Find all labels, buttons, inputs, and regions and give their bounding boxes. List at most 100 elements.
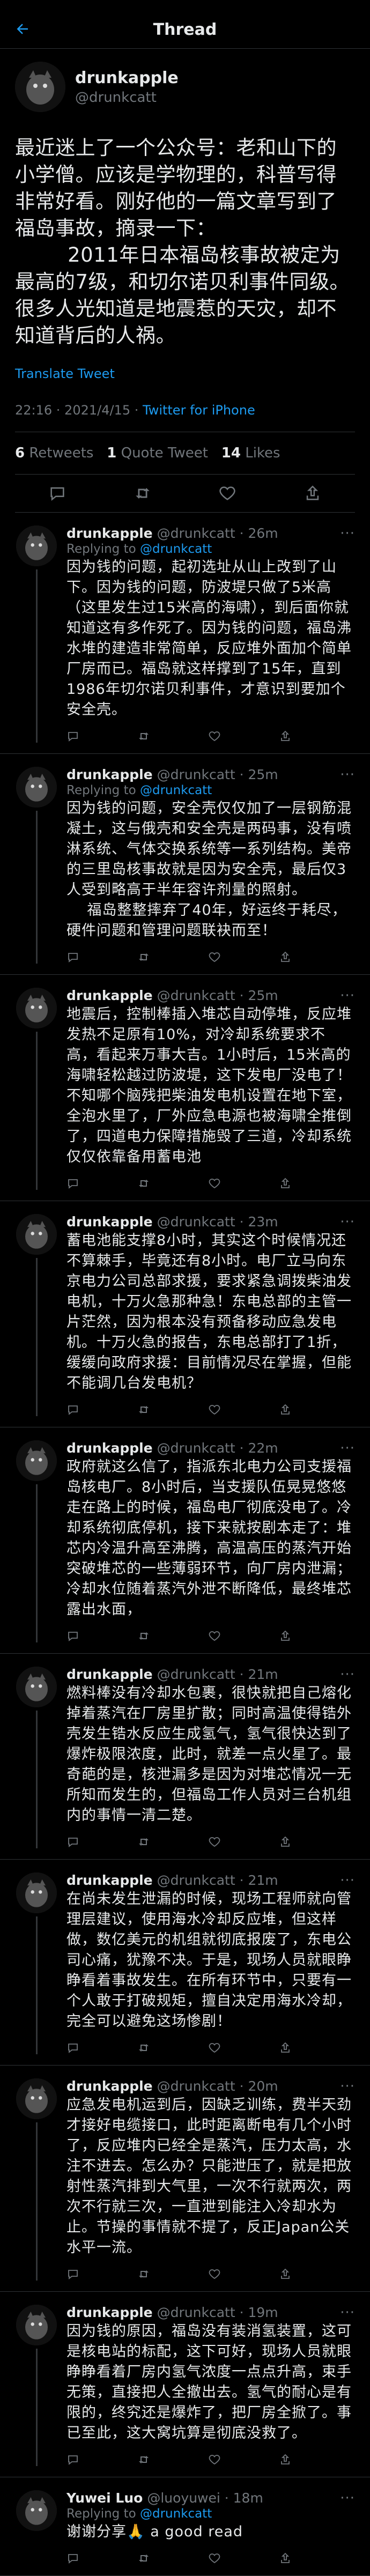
share-icon[interactable] — [279, 2268, 292, 2281]
avatar[interactable] — [16, 767, 57, 808]
share-icon[interactable] — [304, 484, 322, 502]
reply-tweet[interactable]: drunkapple @drunkcatt · 22m ··· 政府就这么信了，… — [0, 1427, 370, 1654]
reply-icon[interactable] — [66, 951, 79, 964]
like-icon[interactable] — [218, 484, 236, 502]
reply-icon[interactable] — [66, 1177, 79, 1190]
retweet-icon[interactable] — [137, 1835, 150, 1848]
like-icon[interactable] — [208, 2453, 221, 2466]
reply-icon[interactable] — [66, 2453, 79, 2466]
thread-line — [35, 811, 38, 964]
like-icon[interactable] — [208, 1403, 221, 1416]
reply-actions — [66, 1835, 292, 1848]
reply-text: 因为钱的问题，安全壳仅仅加了一层钢筋混凝土，这与俄壳和安全壳是两码事，没有喷淋系… — [66, 800, 352, 939]
retweets-count[interactable]: 6 — [15, 445, 25, 461]
more-icon[interactable]: ··· — [340, 1214, 355, 1230]
reply-actions — [66, 951, 292, 964]
replying-to-mention[interactable]: @drunkcatt — [140, 542, 212, 556]
more-icon[interactable]: ··· — [340, 2078, 355, 2094]
more-icon[interactable]: ··· — [340, 525, 355, 542]
likes-count[interactable]: 14 — [221, 445, 241, 461]
avatar[interactable] — [16, 988, 57, 1028]
reply-icon[interactable] — [66, 2552, 79, 2565]
tweet-client[interactable]: Twitter for iPhone — [143, 403, 255, 418]
reply-tweet[interactable]: drunkapple @drunkcatt · 19m ··· 因为钱的原因，福… — [0, 2292, 370, 2477]
more-icon[interactable]: ··· — [340, 767, 355, 783]
reply-handle-time: @drunkcatt · 21m — [157, 1667, 278, 1682]
reply-tweet[interactable]: drunkapple @drunkcatt · 25m ··· 地震后，控制棒插… — [0, 975, 370, 1201]
quotes-count[interactable]: 1 — [107, 445, 116, 461]
avatar[interactable] — [16, 525, 57, 566]
avatar[interactable] — [16, 1440, 57, 1481]
likes-label[interactable]: Likes — [245, 445, 280, 461]
avatar[interactable] — [15, 62, 65, 112]
avatar[interactable] — [16, 2490, 57, 2531]
retweet-icon[interactable] — [137, 2453, 150, 2466]
more-icon[interactable]: ··· — [340, 2490, 355, 2506]
reply-tweet[interactable]: drunkapple @drunkcatt · 23m ··· 蓄电池能支撑8小… — [0, 1201, 370, 1427]
tweet-text: 最近迷上了一个公众号：老和山下的小学僧。应该是学物理的，科普写得非常好看。刚好他… — [15, 136, 350, 347]
retweet-icon[interactable] — [137, 1630, 150, 1642]
share-icon[interactable] — [279, 1403, 292, 1416]
retweet-icon[interactable] — [137, 951, 150, 964]
reply-icon[interactable] — [66, 2268, 79, 2281]
more-icon[interactable]: ··· — [340, 1872, 355, 1889]
like-icon[interactable] — [208, 2041, 221, 2054]
like-icon[interactable] — [208, 730, 221, 743]
reply-display-name: drunkapple — [66, 2305, 153, 2320]
reply-tweet[interactable]: drunkapple @drunkcatt · 21m ··· 燃料棒没有冷却水… — [0, 1654, 370, 1860]
replying-to-mention[interactable]: @drunkcatt — [140, 783, 212, 797]
share-icon[interactable] — [279, 2041, 292, 2054]
like-icon[interactable] — [208, 2552, 221, 2565]
replying-to-mention[interactable]: @drunkcatt — [140, 2507, 212, 2521]
reply-tweet[interactable]: drunkapple @drunkcatt · 20m ··· 应急发电机运到后… — [0, 2066, 370, 2292]
more-icon[interactable]: ··· — [340, 988, 355, 1004]
more-icon[interactable]: ··· — [340, 2305, 355, 2321]
avatar[interactable] — [16, 2078, 57, 2119]
share-icon[interactable] — [279, 2552, 292, 2565]
avatar[interactable] — [16, 1667, 57, 1707]
share-icon[interactable] — [279, 2453, 292, 2466]
avatar[interactable] — [16, 2305, 57, 2345]
share-icon[interactable] — [279, 1630, 292, 1642]
share-icon[interactable] — [279, 730, 292, 743]
reply-text: 地震后，控制棒插入堆芯自动停堆，反应堆发热不足原有10%，对冷却系统要求不高，看… — [66, 1006, 352, 1165]
share-icon[interactable] — [279, 1177, 292, 1190]
translate-tweet-link[interactable]: Translate Tweet — [15, 366, 355, 381]
like-icon[interactable] — [208, 1835, 221, 1848]
retweet-icon[interactable] — [137, 1177, 150, 1190]
retweet-icon[interactable] — [137, 1403, 150, 1416]
retweet-icon[interactable] — [137, 2041, 150, 2054]
retweet-icon[interactable] — [137, 2268, 150, 2281]
reply-tweet[interactable]: drunkapple @drunkcatt · 26m ··· Replying… — [0, 513, 370, 754]
reply-tweet[interactable]: drunkapple @drunkcatt · 21m ··· 在尚未发生泄漏的… — [0, 1860, 370, 2066]
reply-tweet[interactable]: Yuwei Luo @luoyuwei · 18m ··· Replying t… — [0, 2477, 370, 2576]
share-icon[interactable] — [279, 1835, 292, 1848]
reply-icon[interactable] — [48, 484, 66, 502]
like-icon[interactable] — [208, 2268, 221, 2281]
replying-to: Replying to @drunkcatt — [66, 542, 212, 556]
reply-icon[interactable] — [66, 2041, 79, 2054]
author-row[interactable]: drunkapple @drunkcatt — [15, 62, 355, 112]
reply-icon[interactable] — [66, 1630, 79, 1642]
reply-icon[interactable] — [66, 1835, 79, 1848]
like-icon[interactable] — [208, 951, 221, 964]
back-arrow-icon[interactable] — [12, 18, 33, 40]
reply-tweet[interactable]: drunkapple @drunkcatt · 25m ··· Replying… — [0, 754, 370, 975]
more-icon[interactable]: ··· — [340, 1667, 355, 1683]
quotes-label[interactable]: Quote Tweet — [121, 445, 208, 461]
more-icon[interactable]: ··· — [340, 1440, 355, 1456]
retweet-icon[interactable] — [134, 484, 152, 502]
reply-icon[interactable] — [66, 730, 79, 743]
reply-display-name: Yuwei Luo — [66, 2490, 143, 2506]
avatar[interactable] — [16, 1872, 57, 1913]
retweets-label[interactable]: Retweets — [29, 445, 93, 461]
retweet-icon[interactable] — [137, 730, 150, 743]
share-icon[interactable] — [279, 951, 292, 964]
like-icon[interactable] — [208, 1630, 221, 1642]
avatar[interactable] — [16, 1214, 57, 1255]
reply-actions — [66, 2552, 292, 2565]
reply-icon[interactable] — [66, 1403, 79, 1416]
reply-handle-time: @drunkcatt · 26m — [157, 525, 278, 541]
retweet-icon[interactable] — [137, 2552, 150, 2565]
like-icon[interactable] — [208, 1177, 221, 1190]
